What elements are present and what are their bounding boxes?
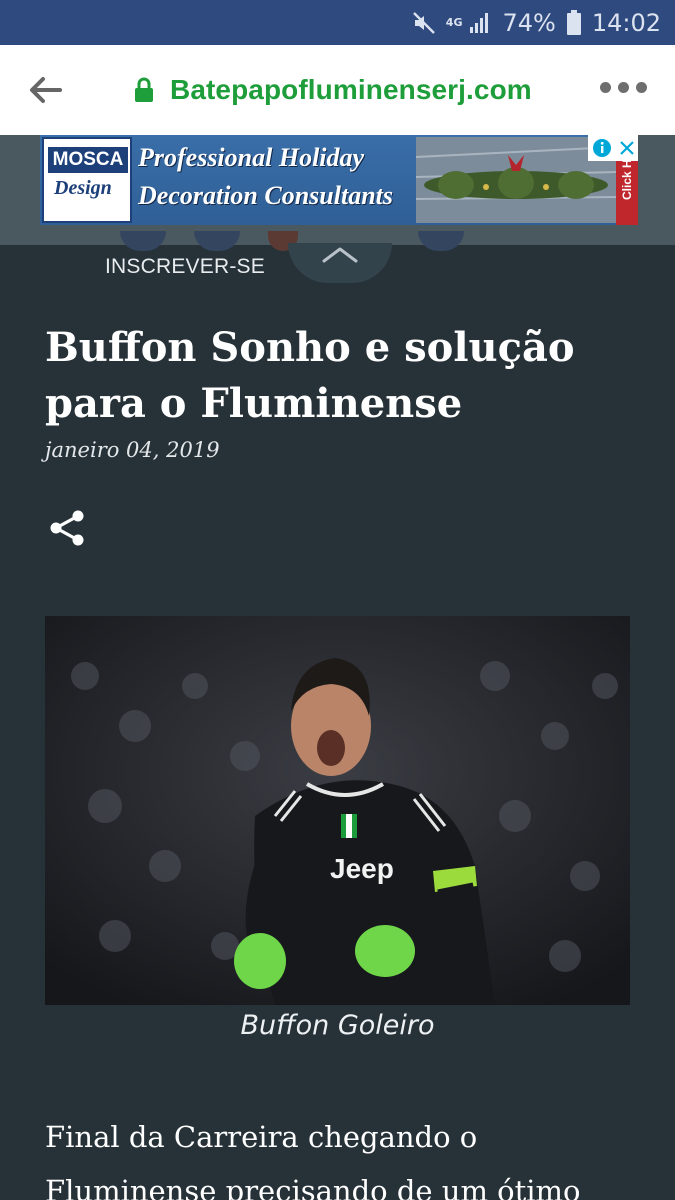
share-bubble[interactable] <box>120 231 166 251</box>
share-bubble[interactable] <box>418 231 464 251</box>
signal-icon <box>470 12 489 33</box>
ad-close-icon[interactable] <box>619 140 635 156</box>
ad-line-2: Decoration Consultants <box>138 181 394 210</box>
battery-icon <box>566 9 581 35</box>
ad-choices[interactable] <box>588 135 638 161</box>
post-image[interactable]: Jeep <box>45 616 630 1005</box>
ad-wreath-image <box>415 137 617 223</box>
network-type: 4G <box>445 16 463 29</box>
ad-text: Professional Holiday Decoration Consulta… <box>138 139 408 215</box>
post-body-line: Fluminense precisando de um ótimo <box>45 1174 581 1200</box>
svg-text:Jeep: Jeep <box>330 853 394 884</box>
ad-line-1: Professional Holiday <box>138 143 365 172</box>
post-body-line: Final da Carreira chegando o <box>45 1120 478 1154</box>
address-bar[interactable]: Batepapofluminenserj.com <box>134 73 532 107</box>
url-text[interactable]: Batepapofluminenserj.com <box>170 74 532 106</box>
clock: 14:02 <box>591 8 661 37</box>
subscribe-button[interactable]: INSCREVER-SE <box>105 255 265 279</box>
share-icon[interactable] <box>48 508 88 548</box>
subscribe-row: INSCREVER-SE <box>0 231 675 295</box>
more-menu-icon[interactable] <box>600 82 647 93</box>
share-bubble[interactable] <box>194 231 240 251</box>
post-body: Final da Carreira chegando o Fluminense … <box>45 1110 645 1200</box>
collapse-button[interactable] <box>288 243 392 283</box>
ad-logo: MOSCA Design <box>42 137 132 223</box>
browser-toolbar: Batepapofluminenserj.com <box>0 45 675 135</box>
mute-icon <box>412 11 435 34</box>
back-arrow-icon[interactable] <box>28 75 62 105</box>
post-date[interactable]: janeiro 04, 2019 <box>45 438 220 462</box>
image-caption: Buffon Goleiro <box>240 1010 435 1041</box>
ad-info-icon[interactable] <box>592 138 612 158</box>
chevron-up-icon <box>322 247 358 263</box>
status-bar: 4G 74% 14:02 <box>0 0 675 45</box>
ad-banner[interactable]: MOSCA Design Professional Holiday Decora… <box>40 135 638 225</box>
ad-container: MOSCA Design Professional Holiday Decora… <box>0 135 675 245</box>
battery-percent: 74% <box>502 8 556 37</box>
post-title: Buffon Sonho e solução para o Fluminense <box>45 324 575 427</box>
lock-icon <box>135 77 153 102</box>
